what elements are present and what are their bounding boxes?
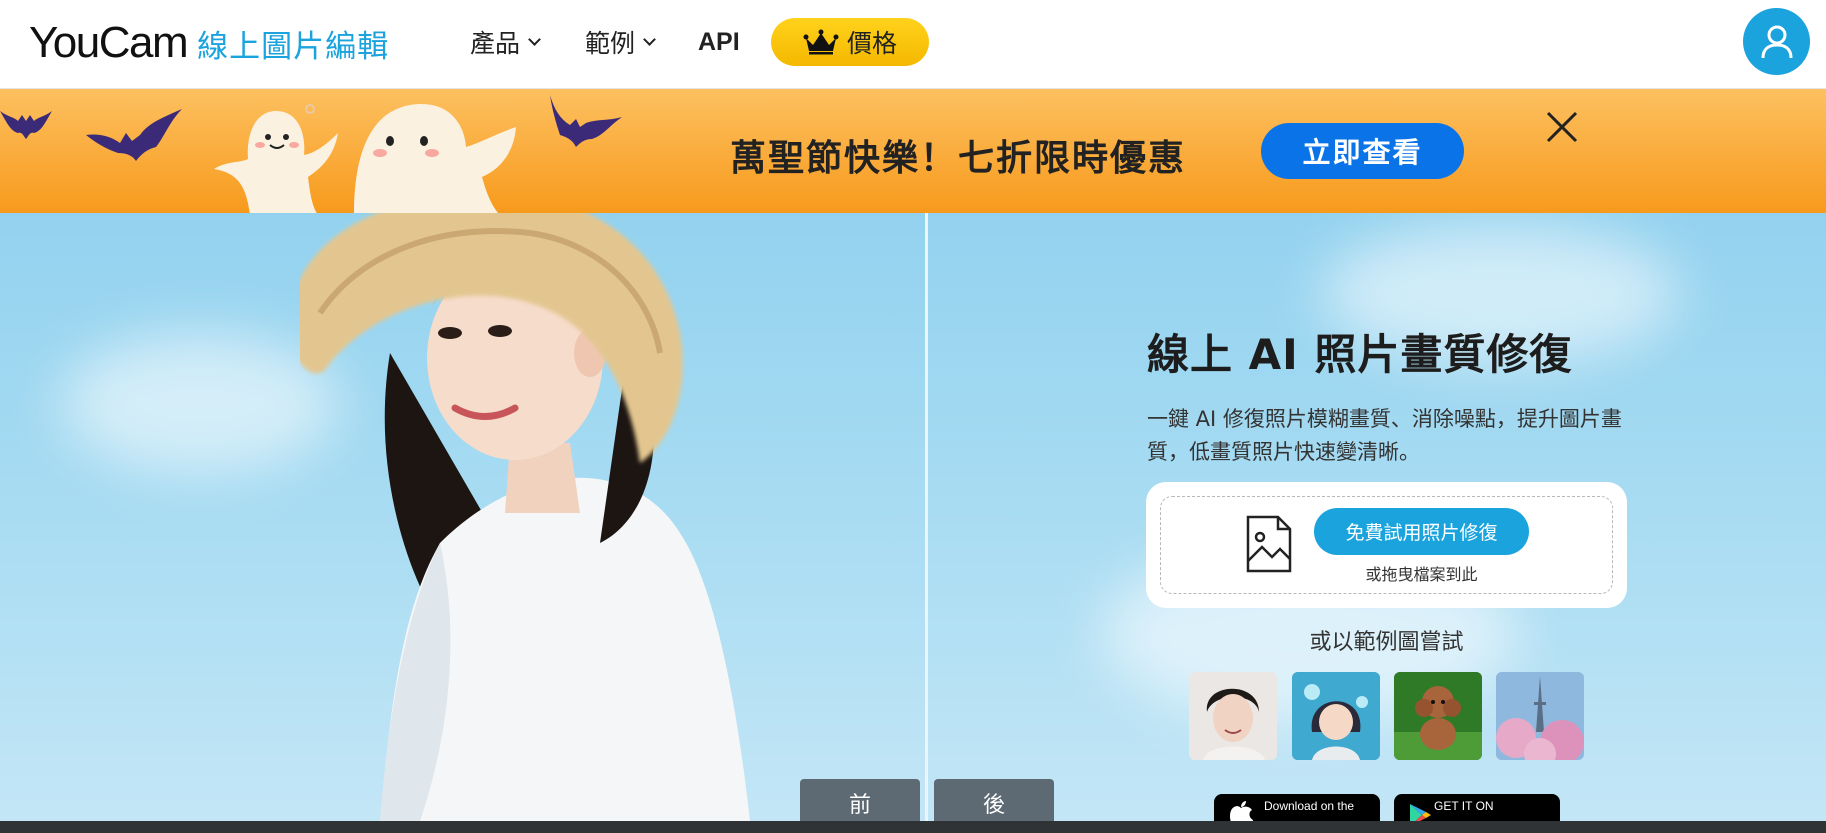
google-play-badge[interactable]: GET IT ON	[1394, 794, 1560, 821]
before-after-photo	[300, 213, 750, 821]
hero-description: 一鍵 AI 修復照片模糊畫質、消除噪點，提升圖片畫質，低畫質照片快速變清晰。	[1147, 407, 1622, 464]
sample-image-portrait-man[interactable]	[1189, 672, 1277, 760]
site-header: YouCam 線上圖片編輯 產品 範例 API 價格	[0, 0, 1826, 89]
crown-icon	[803, 29, 839, 55]
promo-cta-button[interactable]: 立即查看	[1261, 123, 1464, 179]
drag-drop-hint: 或拖曳檔案到此	[1365, 565, 1478, 584]
app-store-badge[interactable]: Download on the	[1214, 794, 1380, 821]
logo[interactable]: YouCam 線上圖片編輯	[29, 18, 389, 68]
nav-examples[interactable]: 範例	[585, 22, 656, 62]
app-store-caption: Download on the	[1264, 799, 1355, 813]
user-icon	[1761, 25, 1792, 58]
pricing-label: 價格	[846, 29, 897, 58]
google-play-icon	[1410, 804, 1431, 821]
chevron-down-icon	[643, 32, 656, 46]
sample-thumbnail-dog	[1394, 672, 1482, 760]
hero-title: 線上 AI 照片畫質修復	[1147, 330, 1573, 379]
before-button[interactable]: 前	[800, 779, 920, 821]
promo-banner: 萬聖節快樂！七折限時優惠 立即查看	[0, 89, 1826, 213]
before-after-divider[interactable]	[925, 213, 928, 821]
google-play-caption: GET IT ON	[1434, 799, 1494, 813]
samples-label: 或以範例圖嘗試	[1309, 630, 1464, 655]
sample-thumbnail-tower	[1496, 672, 1584, 760]
bottom-bar	[0, 821, 1826, 833]
ghost-icon	[214, 104, 338, 213]
chevron-down-icon	[528, 32, 541, 46]
nav-products[interactable]: 產品	[470, 22, 541, 62]
sample-thumbnail-man	[1189, 672, 1277, 760]
promo-headline: 萬聖節快樂！七折限時優惠	[730, 138, 1187, 179]
upload-dropzone[interactable]: 免費試用照片修復 或拖曳檔案到此	[1160, 496, 1613, 594]
pricing-button[interactable]: 價格	[771, 18, 929, 66]
logo-wordmark: YouCam	[29, 18, 189, 67]
sample-thumbnail-anime	[1292, 672, 1380, 760]
image-file-icon	[1246, 515, 1292, 573]
nav-examples-label: 範例	[585, 29, 636, 58]
sample-image-dog[interactable]	[1394, 672, 1482, 760]
nav-products-label: 產品	[470, 29, 521, 58]
try-free-enhance-button[interactable]: 免費試用照片修復	[1314, 508, 1529, 555]
hero-section: 前 後 線上 AI 照片畫質修復 一鍵 AI 修復照片模糊畫質、消除噪點，提升圖…	[0, 213, 1826, 821]
upload-card: 免費試用照片修復 或拖曳檔案到此	[1146, 482, 1627, 608]
user-account-button[interactable]	[1743, 8, 1810, 75]
nav-api-label: API	[698, 27, 740, 56]
sample-image-tower[interactable]	[1496, 672, 1584, 760]
bat-icon	[550, 95, 622, 147]
bat-icon	[86, 109, 182, 161]
apple-icon	[1230, 801, 1253, 821]
ghost-icon	[354, 104, 516, 213]
after-button[interactable]: 後	[934, 779, 1054, 821]
logo-subtitle: 線上圖片編輯	[197, 29, 390, 65]
nav-api[interactable]: API	[698, 22, 740, 62]
cloud-decoration	[60, 333, 340, 473]
sample-image-anime-girl[interactable]	[1292, 672, 1380, 760]
bat-icon	[0, 111, 52, 139]
close-icon[interactable]	[1544, 109, 1580, 145]
